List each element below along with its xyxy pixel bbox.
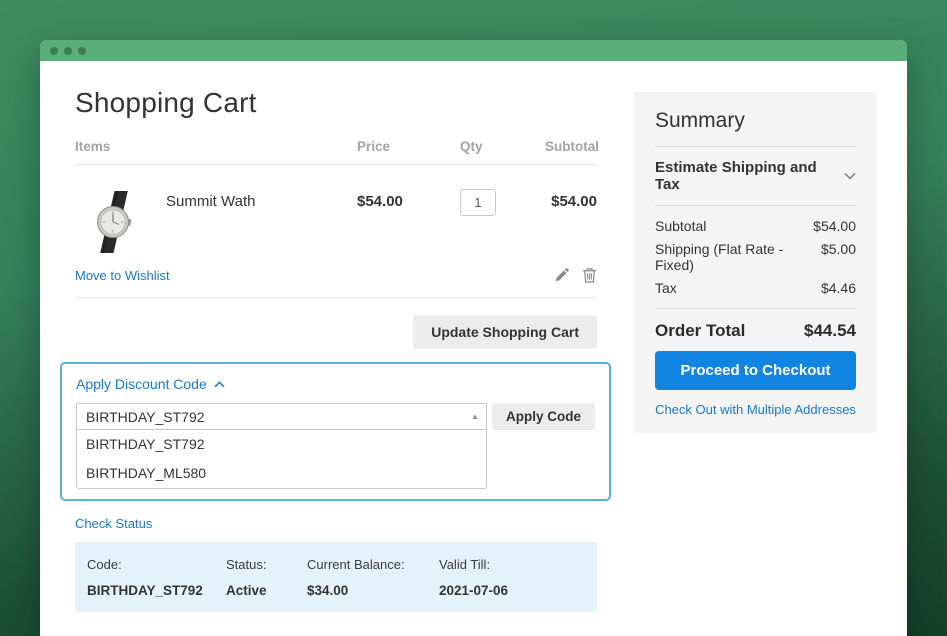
column-header-qty: Qty	[460, 139, 545, 154]
multi-address-checkout-link[interactable]: Check Out with Multiple Addresses	[655, 402, 856, 417]
apply-discount-toggle[interactable]: Apply Discount Code	[76, 376, 225, 392]
page-title: Shopping Cart	[75, 83, 597, 123]
discount-option[interactable]: BIRTHDAY_ML580	[77, 459, 486, 488]
valid-till-label: Valid Till:	[439, 557, 597, 572]
estimate-shipping-label: Estimate Shipping and Tax	[655, 159, 844, 193]
window-dot-icon[interactable]	[64, 47, 72, 55]
discount-code-section: Apply Discount Code ▲ BIRTHDAY_ST792 BIR…	[60, 362, 611, 501]
app-window: Shopping Cart Items Price Qty Subtotal	[40, 40, 907, 636]
subtotal-value: $54.00	[813, 218, 856, 234]
window-dot-icon[interactable]	[50, 47, 58, 55]
move-to-wishlist-link[interactable]: Move to Wishlist	[75, 268, 170, 283]
edit-icon[interactable]	[554, 267, 570, 283]
valid-till-value: 2021-07-06	[439, 583, 597, 598]
order-total-row: Order Total $44.54	[655, 321, 856, 341]
subtotal-label: Subtotal	[655, 218, 706, 234]
shipping-value: $5.00	[821, 241, 856, 257]
window-dot-icon[interactable]	[78, 47, 86, 55]
estimate-shipping-toggle[interactable]: Estimate Shipping and Tax	[655, 159, 856, 193]
chevron-down-icon	[844, 172, 856, 180]
window-titlebar	[40, 40, 907, 61]
code-value: BIRTHDAY_ST792	[87, 583, 226, 598]
balance-label: Current Balance:	[307, 557, 439, 572]
column-header-price: Price	[357, 139, 460, 154]
summary-title: Summary	[655, 108, 856, 134]
delete-icon[interactable]	[582, 267, 597, 283]
shipping-label: Shipping (Flat Rate - Fixed)	[655, 241, 821, 273]
tax-row: Tax $4.46	[655, 280, 856, 296]
column-header-items: Items	[75, 139, 357, 154]
order-total-value: $44.54	[804, 321, 856, 341]
status-value: Active	[226, 583, 307, 598]
tax-value: $4.46	[821, 280, 856, 296]
code-label: Code:	[87, 557, 226, 572]
tax-label: Tax	[655, 280, 677, 296]
product-name[interactable]: Summit Wath	[166, 191, 255, 210]
balance-value: $34.00	[307, 583, 439, 598]
item-price: $54.00	[357, 191, 460, 210]
summary-panel: Summary Estimate Shipping and Tax Subtot…	[634, 92, 877, 433]
item-subtotal: $54.00	[545, 191, 597, 210]
proceed-to-checkout-button[interactable]: Proceed to Checkout	[655, 351, 856, 390]
cart-table-header: Items Price Qty Subtotal	[75, 139, 597, 165]
check-status-link[interactable]: Check Status	[75, 516, 152, 531]
status-label: Status:	[226, 557, 307, 572]
apply-code-button[interactable]: Apply Code	[492, 403, 595, 430]
cart-item-row: Summit Wath $54.00 $54.00	[75, 165, 597, 253]
discount-code-input[interactable]	[76, 403, 487, 430]
qty-input[interactable]	[460, 189, 496, 216]
apply-discount-label: Apply Discount Code	[76, 376, 207, 392]
coupon-status-panel: Code: Status: Current Balance: Valid Til…	[75, 542, 597, 612]
subtotal-row: Subtotal $54.00	[655, 218, 856, 234]
column-header-subtotal: Subtotal	[545, 139, 599, 154]
shipping-row: Shipping (Flat Rate - Fixed) $5.00	[655, 241, 856, 273]
item-actions-row: Move to Wishlist	[75, 253, 597, 298]
discount-options-list: BIRTHDAY_ST792 BIRTHDAY_ML580	[76, 430, 487, 489]
order-total-label: Order Total	[655, 321, 745, 341]
cart-main-column: Shopping Cart Items Price Qty Subtotal	[75, 61, 597, 612]
chevron-up-icon	[214, 381, 225, 388]
product-image[interactable]	[88, 191, 140, 253]
discount-option[interactable]: BIRTHDAY_ST792	[77, 430, 486, 459]
update-cart-button[interactable]: Update Shopping Cart	[413, 315, 597, 349]
